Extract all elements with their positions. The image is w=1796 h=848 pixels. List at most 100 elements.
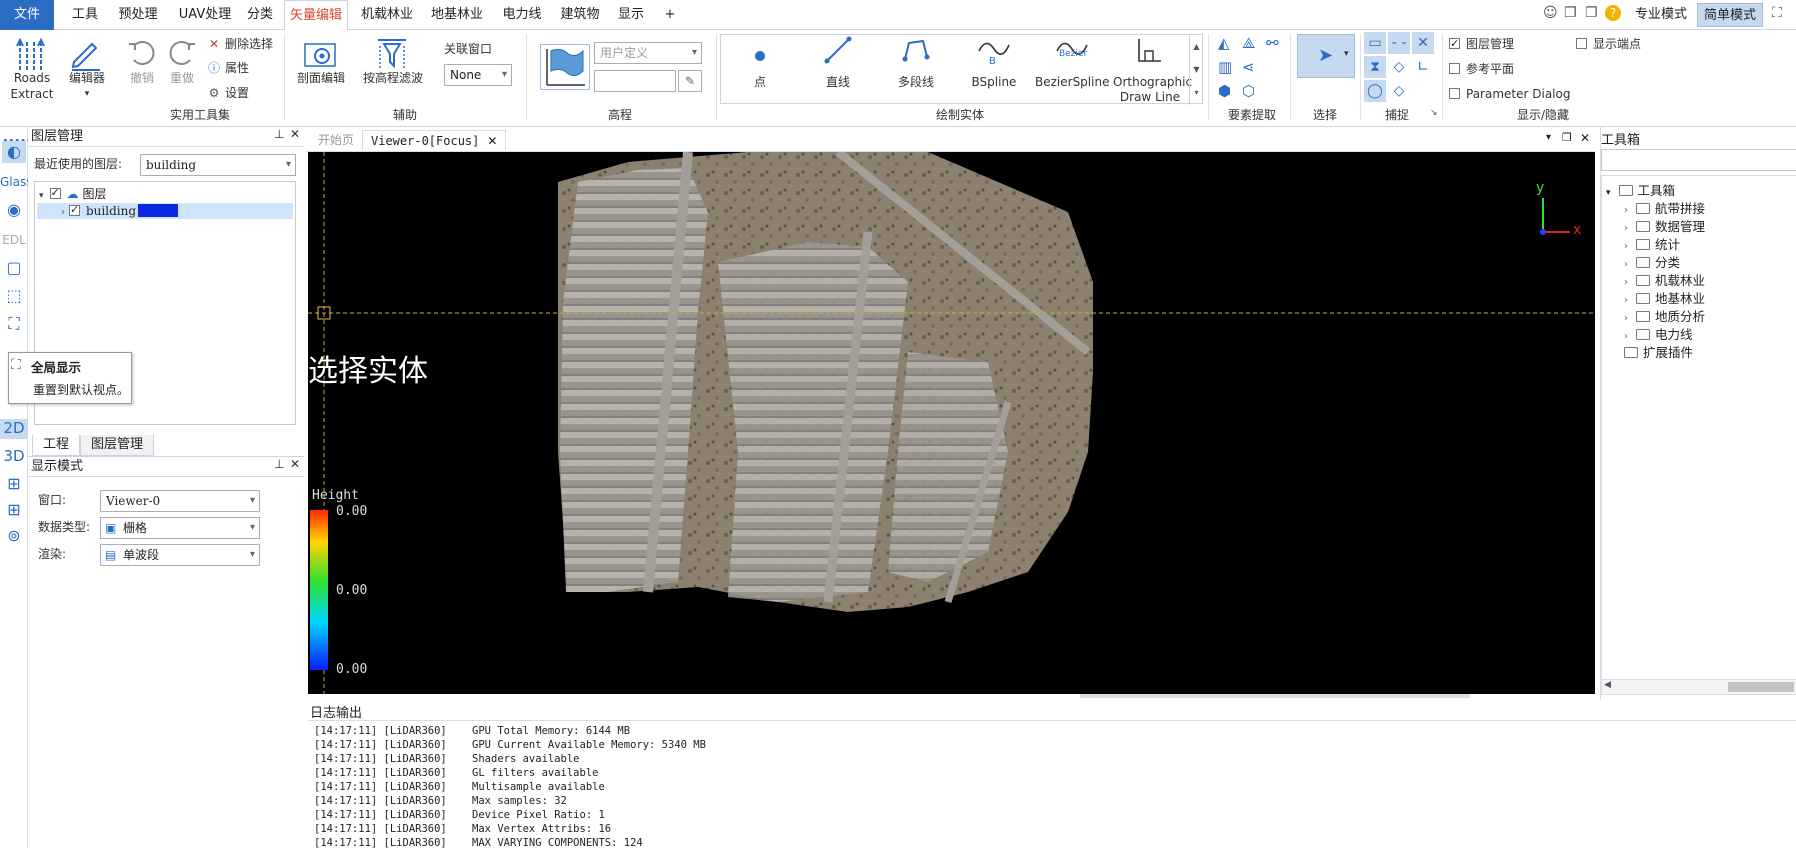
recent-layer-select[interactable]: building: [140, 154, 296, 176]
menu-display[interactable]: 显示: [614, 0, 648, 30]
add-window2-icon[interactable]: ⊞: [2, 499, 26, 521]
menu-ground-forestry[interactable]: 地基林业: [428, 0, 486, 30]
extract-box-icon[interactable]: ▥: [1218, 58, 1232, 76]
elevation-style-button[interactable]: [540, 44, 590, 90]
delete-selection-button[interactable]: ✕ 删除选择: [206, 35, 273, 53]
pin-icon[interactable]: ⊥: [274, 127, 284, 141]
pro-mode-button[interactable]: 专业模式: [1635, 0, 1687, 30]
link-window-select[interactable]: None: [444, 64, 512, 86]
viewer-hscroll[interactable]: [1080, 694, 1470, 698]
datatype-select[interactable]: ▣ 栅格: [100, 517, 260, 539]
glass-icon[interactable]: ◐: [2, 141, 26, 163]
draw-bspline-button[interactable]: B BSpline: [957, 35, 1031, 105]
menu-airborne-forestry[interactable]: 机载林业: [358, 0, 416, 30]
snap-circle-icon[interactable]: ◯: [1364, 80, 1386, 102]
gallery-scroll[interactable]: ▲ ▼ ▾: [1189, 35, 1203, 105]
elevation-value-input[interactable]: [594, 70, 676, 92]
toolbox-item[interactable]: › 分类: [1624, 254, 1680, 272]
profile-edit-button[interactable]: 剖面编辑: [290, 70, 352, 86]
snap-angle-icon[interactable]: ∟: [1412, 56, 1434, 78]
menu-uav[interactable]: UAV处理: [174, 0, 236, 30]
tree-root-row[interactable]: ▾☁图层: [39, 185, 107, 202]
render-select[interactable]: ▤ 单波段: [100, 544, 260, 566]
collapse-icon[interactable]: ▾: [39, 191, 44, 201]
close-tab-icon[interactable]: ✕: [487, 134, 497, 148]
reference-plane-checkbox[interactable]: 参考平面: [1449, 60, 1514, 78]
snap-cross-icon[interactable]: ✕: [1412, 32, 1434, 54]
close-icon[interactable]: ✕: [290, 457, 300, 471]
close-icon[interactable]: ✕: [290, 127, 300, 141]
eye-render-icon[interactable]: ◉: [2, 199, 26, 221]
full-extent-icon[interactable]: ⛶: [2, 313, 26, 335]
pin-icon[interactable]: ⊥: [274, 457, 284, 471]
toolbox-hscroll[interactable]: ◀: [1601, 679, 1796, 695]
tab-viewer-0[interactable]: Viewer-0[Focus] ✕: [362, 130, 507, 150]
toolbox-item[interactable]: › 地基林业: [1624, 290, 1705, 308]
snap-expand-icon[interactable]: ↘: [1430, 108, 1438, 118]
menu-preprocess[interactable]: 预处理: [114, 0, 162, 30]
extract-cube-icon[interactable]: ⬢: [1218, 82, 1231, 100]
layer-management-checkbox[interactable]: 图层管理: [1449, 35, 1514, 53]
view-3d-button[interactable]: 3D: [0, 447, 28, 465]
draw-point-button[interactable]: 点: [723, 35, 797, 105]
menu-building[interactable]: 建筑物: [556, 0, 604, 30]
toolbox-item[interactable]: › 统计: [1624, 236, 1680, 254]
tab-start-page[interactable]: 开始页: [310, 130, 362, 150]
menu-tools[interactable]: 工具: [68, 0, 102, 30]
show-vertex-checkbox[interactable]: 显示端点: [1576, 35, 1641, 53]
simple-mode-button[interactable]: 简单模式: [1697, 3, 1764, 27]
parameter-dialog-checkbox[interactable]: Parameter Dialog: [1449, 85, 1570, 103]
menu-vector-edit[interactable]: 矢量编辑: [284, 0, 348, 31]
menu-add-tab[interactable]: +: [660, 0, 680, 30]
extract-cube2-icon[interactable]: ⬡: [1242, 82, 1255, 100]
undo-button[interactable]: 撤销: [124, 70, 160, 86]
window-select[interactable]: Viewer-0: [100, 490, 260, 512]
editor-dropdown-icon[interactable]: ▾: [80, 86, 94, 102]
settings-button[interactable]: ⚙ 设置: [206, 84, 249, 102]
snap-hourglass-icon[interactable]: ⧗: [1364, 56, 1386, 78]
file-menu[interactable]: 文件: [0, 0, 54, 30]
toolbox-item[interactable]: › 地质分析: [1624, 308, 1705, 326]
toolbox-ext-row[interactable]: 扩展插件: [1624, 344, 1693, 362]
elevation-filter-button[interactable]: 按高程滤波: [358, 70, 428, 86]
draw-polyline-button[interactable]: 多段线: [879, 35, 953, 105]
extract-edge-icon[interactable]: ⋖: [1242, 58, 1255, 76]
close-viewer-icon[interactable]: ✕: [1580, 131, 1590, 145]
collapse-icon[interactable]: ▾: [1606, 188, 1611, 198]
extract-roof-icon[interactable]: ⟁: [1242, 34, 1255, 52]
snap-diamond-icon[interactable]: ◇: [1388, 56, 1410, 78]
toolbox-item[interactable]: › 机载林业: [1624, 272, 1705, 290]
view-2d-button[interactable]: 2D: [0, 419, 28, 439]
snap-dash-icon[interactable]: ‐ ‐: [1388, 32, 1410, 54]
cube-persp-icon[interactable]: ⬚: [2, 285, 26, 307]
properties-button[interactable]: ⓘ 属性: [206, 59, 249, 77]
draw-orthographic-button[interactable]: Orthographic Draw Line: [1113, 35, 1192, 105]
snap-rect-icon[interactable]: ▭: [1364, 32, 1386, 54]
scroll-left-icon[interactable]: ◀: [1604, 680, 1611, 690]
edl-label[interactable]: EDL: [0, 233, 28, 247]
restore-icon[interactable]: ❐: [1562, 131, 1572, 144]
screenshot-icon[interactable]: ⊚: [2, 525, 26, 547]
toolbox-item[interactable]: › 数据管理: [1624, 218, 1705, 236]
expand-icon[interactable]: ›: [37, 205, 65, 221]
window-icon[interactable]: ❐: [1585, 5, 1598, 21]
redo-button[interactable]: 重做: [164, 70, 200, 86]
cube-view-icon[interactable]: ▢: [2, 257, 26, 279]
tab-layer-management[interactable]: 图层管理: [80, 435, 155, 456]
snap-diamond2-icon[interactable]: ◇: [1388, 80, 1410, 102]
scroll-thumb[interactable]: [1728, 682, 1794, 692]
editor-button[interactable]: 编辑器: [62, 70, 112, 86]
window-restore-icon[interactable]: ❐: [1564, 5, 1577, 21]
user-icon[interactable]: ☺: [1543, 5, 1558, 21]
elevation-mode-select[interactable]: 用户定义: [594, 42, 702, 64]
roads-extract-button[interactable]: Roads Extract: [6, 70, 58, 102]
tab-project[interactable]: 工程: [32, 435, 81, 456]
toolbox-item[interactable]: › 电力线: [1624, 326, 1693, 344]
tab-list-icon[interactable]: ▾: [1546, 132, 1551, 143]
viewer-canvas[interactable]: 选择实体 Height 0.00 0.00 0.00 y x: [308, 152, 1595, 694]
menu-powerline[interactable]: 电力线: [498, 0, 546, 30]
tree-child-row[interactable]: ›building: [37, 202, 293, 221]
extract-building-icon[interactable]: ◭: [1218, 34, 1230, 52]
toolbox-item[interactable]: › 航带拼接: [1624, 200, 1705, 218]
toolbox-search-input[interactable]: [1601, 149, 1796, 171]
